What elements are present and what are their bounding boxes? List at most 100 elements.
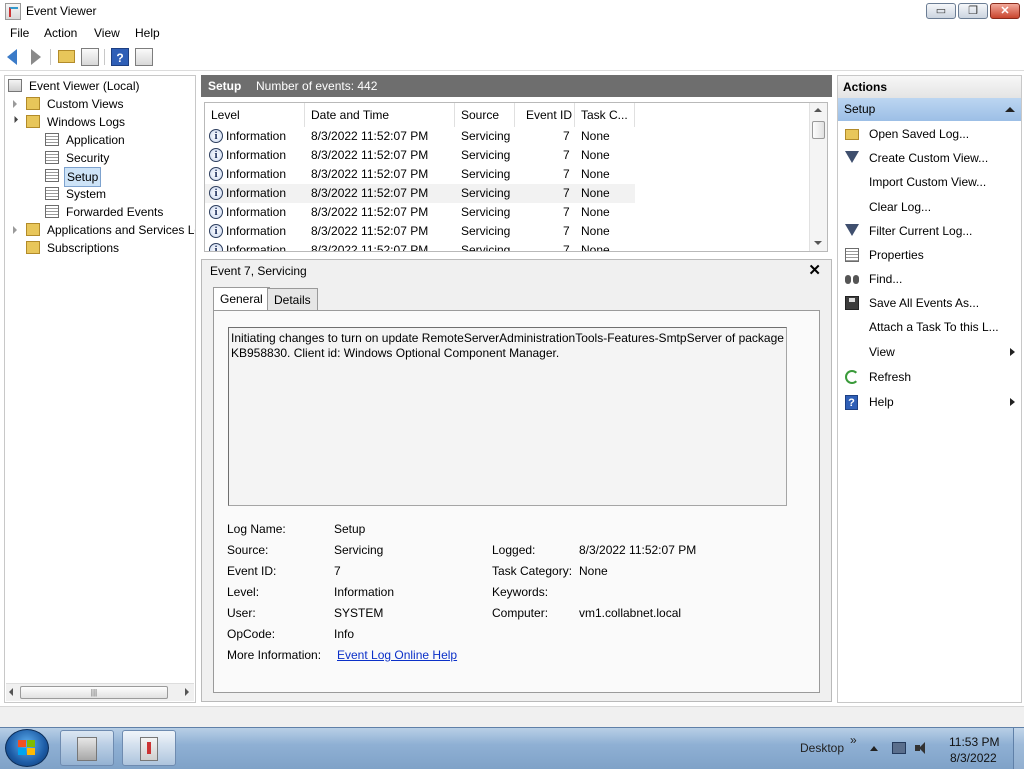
forward-button[interactable]: [27, 48, 45, 66]
action-label: Help: [869, 395, 894, 409]
table-row[interactable]: i Information 8/3/2022 11:52:07 PM Servi…: [205, 241, 635, 251]
cell-date: 8/3/2022 11:52:07 PM: [311, 205, 429, 219]
collapse-arrow-icon[interactable]: [10, 115, 19, 124]
collapse-section-icon[interactable]: [1005, 107, 1015, 112]
column-header-source[interactable]: Source: [455, 103, 515, 127]
folder-icon: [26, 115, 40, 128]
event-description[interactable]: Initiating changes to turn on update Rem…: [228, 327, 787, 506]
scroll-grip: |||: [90, 688, 98, 697]
table-row[interactable]: i Information 8/3/2022 11:52:07 PM Servi…: [205, 146, 635, 165]
scroll-thumb[interactable]: |||: [20, 686, 168, 699]
help-icon[interactable]: ?: [111, 48, 129, 66]
desktop-toolbar-label[interactable]: Desktop: [800, 741, 844, 755]
scroll-up-icon[interactable]: [814, 108, 822, 112]
expand-arrow-icon[interactable]: [13, 100, 17, 108]
status-bar: [0, 706, 1024, 727]
actions-header: Actions: [838, 76, 1021, 98]
scroll-down-icon[interactable]: [814, 241, 822, 245]
action-label: Properties: [869, 248, 924, 262]
back-button[interactable]: [5, 48, 23, 66]
tree-horizontal-scrollbar[interactable]: |||: [6, 683, 194, 701]
actions-section-setup[interactable]: Setup: [838, 98, 1021, 121]
column-header-event-id[interactable]: Event ID: [515, 103, 575, 127]
close-detail-icon[interactable]: ✕: [808, 261, 821, 279]
menu-bar: File Action View Help: [0, 22, 1024, 43]
console-tree-icon[interactable]: [81, 48, 99, 66]
action-create-custom-view[interactable]: Create Custom View...: [838, 147, 1021, 169]
action-open-saved-log[interactable]: Open Saved Log...: [838, 123, 1021, 145]
clock-date[interactable]: 8/3/2022: [950, 751, 997, 765]
action-label: Save All Events As...: [869, 296, 980, 310]
volume-icon[interactable]: [915, 742, 929, 754]
action-find[interactable]: Find...: [838, 268, 1021, 290]
action-clear-log[interactable]: Clear Log...: [838, 196, 1021, 218]
window-title: Event Viewer: [26, 4, 97, 18]
table-row[interactable]: i Information 8/3/2022 11:52:07 PM Servi…: [205, 222, 635, 241]
column-header-level[interactable]: Level: [205, 103, 305, 127]
cell-event-id: 7: [563, 186, 570, 200]
show-hidden-icons[interactable]: [870, 746, 878, 751]
action-filter-current-log[interactable]: Filter Current Log...: [838, 220, 1021, 242]
scroll-left-icon[interactable]: [9, 688, 13, 696]
user-value: SYSTEM: [334, 606, 384, 620]
column-header-date[interactable]: Date and Time: [305, 103, 455, 127]
log-name-label: Log Name:: [227, 522, 286, 536]
log-icon: [45, 169, 59, 182]
cell-source: Servicing: [461, 224, 511, 238]
actions-pane: Actions Setup Open Saved Log... Create C…: [837, 75, 1022, 703]
user-label: User:: [227, 606, 256, 620]
open-folder-icon: [845, 129, 859, 140]
cell-task: None: [581, 148, 610, 162]
action-import-custom-view[interactable]: Import Custom View...: [838, 171, 1021, 193]
maximize-button[interactable]: ❐: [958, 3, 988, 19]
show-hide-pane-icon[interactable]: [135, 48, 153, 66]
table-row[interactable]: i Information 8/3/2022 11:52:07 PM Servi…: [205, 184, 635, 203]
menu-action[interactable]: Action: [44, 26, 77, 40]
column-header-task-category[interactable]: Task C...: [575, 103, 635, 127]
close-button[interactable]: ✕: [990, 3, 1020, 19]
taskbar-server-manager[interactable]: [60, 730, 114, 766]
event-log-online-help-link[interactable]: Event Log Online Help: [337, 648, 457, 662]
menu-help[interactable]: Help: [135, 26, 160, 40]
minimize-button[interactable]: ▭: [926, 3, 956, 19]
action-attach-task[interactable]: Attach a Task To this L...: [838, 316, 1021, 338]
network-icon[interactable]: [892, 742, 906, 754]
taskbar-event-viewer[interactable]: [122, 730, 176, 766]
tree-item-label-selected: Setup: [64, 167, 102, 187]
toolbar-chevron-icon[interactable]: »: [850, 733, 857, 747]
action-save-all-events[interactable]: Save All Events As...: [838, 292, 1021, 314]
information-icon: i: [209, 243, 223, 251]
grid-vertical-scrollbar[interactable]: [809, 103, 827, 251]
tab-details[interactable]: Details: [267, 288, 318, 310]
table-row[interactable]: i Information 8/3/2022 11:52:07 PM Servi…: [205, 127, 635, 146]
event-id-label: Event ID:: [227, 564, 277, 578]
log-icon: [45, 151, 59, 164]
action-view[interactable]: View: [838, 341, 1021, 363]
logged-value: 8/3/2022 11:52:07 PM: [579, 543, 697, 557]
cell-task: None: [581, 224, 610, 238]
action-refresh[interactable]: Refresh: [838, 366, 1021, 388]
menu-file[interactable]: File: [10, 26, 29, 40]
forward-arrow-icon: [31, 49, 41, 65]
actions-section-label: Setup: [844, 102, 876, 116]
event-viewer-icon: [8, 79, 22, 92]
menu-view[interactable]: View: [94, 26, 120, 40]
clock-time[interactable]: 11:53 PM: [949, 735, 999, 749]
tab-general[interactable]: General: [213, 287, 270, 311]
expand-arrow-icon[interactable]: [13, 226, 17, 234]
start-button[interactable]: [5, 729, 49, 767]
action-label: Attach a Task To this L...: [869, 320, 999, 334]
action-help[interactable]: ? Help: [838, 391, 1021, 413]
table-row[interactable]: i Information 8/3/2022 11:52:07 PM Servi…: [205, 203, 635, 222]
action-label: Open Saved Log...: [869, 127, 970, 141]
cell-level: Information: [226, 205, 287, 219]
scroll-thumb[interactable]: [812, 121, 825, 139]
show-desktop-button[interactable]: [1013, 728, 1024, 769]
action-label: Import Custom View...: [869, 175, 987, 189]
table-row[interactable]: i Information 8/3/2022 11:52:07 PM Servi…: [205, 165, 635, 184]
action-properties[interactable]: Properties: [838, 244, 1021, 266]
cell-level: Information: [226, 129, 287, 143]
open-folder-icon[interactable]: [58, 50, 75, 63]
events-grid: Level Date and Time Source Event ID Task…: [204, 102, 828, 252]
scroll-right-icon[interactable]: [185, 688, 189, 696]
